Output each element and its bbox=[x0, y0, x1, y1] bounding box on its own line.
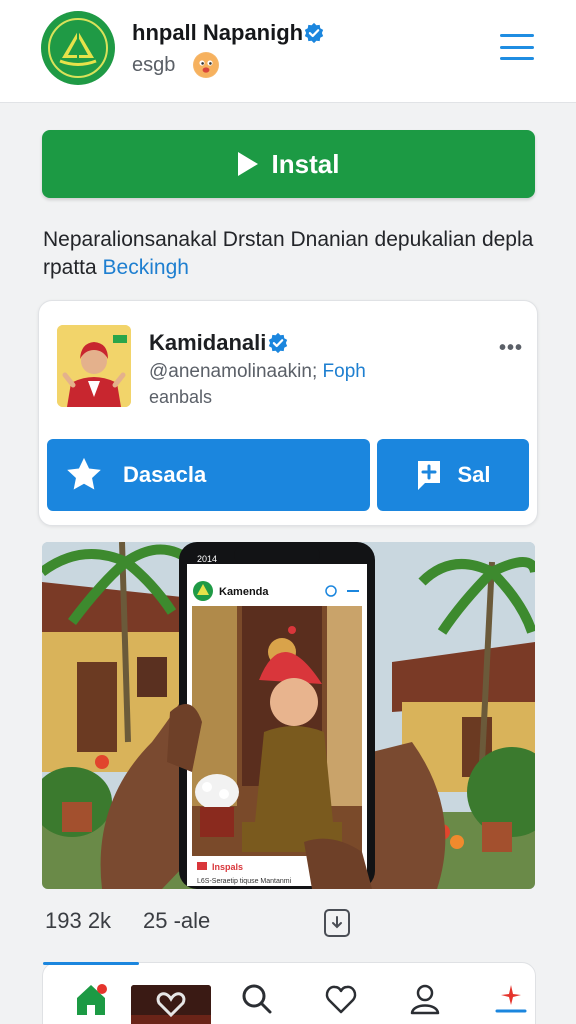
profile-handle: @anenamolinaakin; Foph bbox=[149, 361, 366, 383]
favorite-button[interactable]: Dasacla bbox=[47, 439, 370, 511]
verified-icon bbox=[268, 332, 288, 354]
more-icon[interactable]: ••• bbox=[499, 337, 523, 360]
likes-count: 193 2k bbox=[45, 908, 112, 933]
play-icon bbox=[237, 152, 258, 176]
nav-thumbnail[interactable] bbox=[131, 985, 211, 1024]
bottom-nav bbox=[42, 962, 536, 1024]
phone-caption-text: L6S-Seraetip tiquse Mantanmi bbox=[197, 878, 292, 885]
avatar[interactable] bbox=[57, 325, 131, 407]
save-button[interactable]: Sal bbox=[377, 439, 529, 511]
profile-name: Kamidanali bbox=[149, 330, 267, 355]
app-header: hnpall Napanigh esgb bbox=[0, 0, 576, 103]
profile-meta: eanbals bbox=[149, 387, 213, 407]
handle-text: @anenamolinaakin; bbox=[149, 361, 318, 382]
save-label: Sal bbox=[457, 462, 491, 487]
phone-caption-title: Inspals bbox=[212, 862, 243, 872]
star-icon bbox=[67, 457, 101, 490]
verified-icon bbox=[304, 22, 324, 44]
heart-icon[interactable] bbox=[323, 981, 359, 1017]
shares-count: 25 -ale bbox=[143, 908, 211, 933]
home-icon[interactable] bbox=[73, 981, 109, 1017]
app-logo bbox=[41, 11, 115, 85]
emoji-icon bbox=[193, 52, 219, 78]
install-button[interactable]: Instal bbox=[42, 130, 535, 198]
install-label: Instal bbox=[271, 148, 340, 179]
phone-time: 2014 bbox=[197, 554, 217, 564]
nav-active-indicator bbox=[43, 962, 139, 965]
favorite-label: Dasacla bbox=[123, 462, 207, 487]
app-description: Neparalionsanakal Drstan Dnanian depukal… bbox=[43, 226, 543, 282]
share-icon[interactable] bbox=[324, 909, 350, 937]
profile-card: Kamidanali @anenamolinaakin; Foph eanbal… bbox=[38, 300, 538, 526]
handle-link[interactable]: Foph bbox=[323, 361, 366, 382]
menu-icon[interactable] bbox=[498, 32, 536, 62]
add-icon bbox=[418, 461, 441, 490]
app-name: hnpall Napanigh bbox=[132, 20, 304, 45]
profile-icon[interactable] bbox=[407, 981, 443, 1017]
app-subtitle: esgb bbox=[132, 54, 176, 76]
description-link[interactable]: Beckingh bbox=[103, 256, 189, 279]
search-icon[interactable] bbox=[239, 981, 275, 1017]
hero-image: 2014 Kamenda Inspals L6S-Seraetip tiquse… bbox=[42, 542, 535, 889]
sparkle-icon[interactable] bbox=[493, 981, 529, 1017]
phone-app-name: Kamenda bbox=[219, 586, 269, 598]
